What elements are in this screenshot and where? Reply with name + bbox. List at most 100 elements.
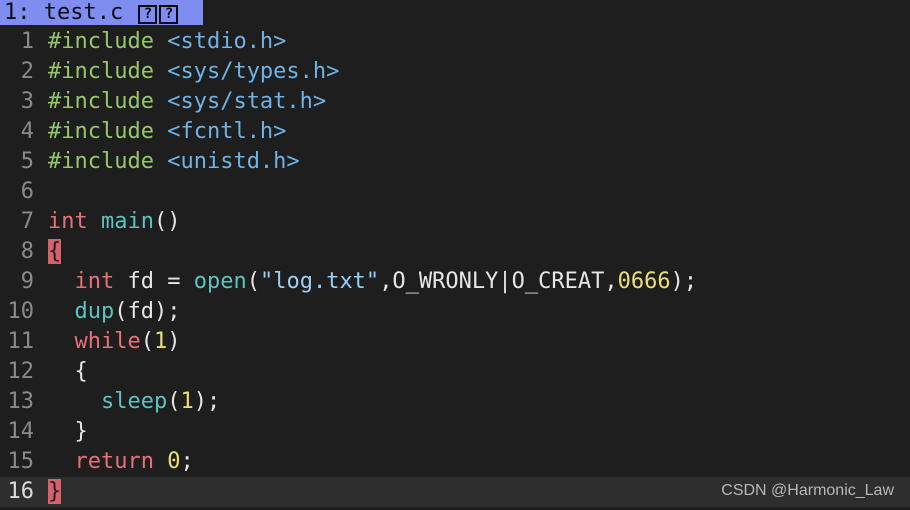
code-token: <stdio.h> bbox=[167, 29, 287, 54]
code-line[interactable]: 11 while(1) bbox=[0, 327, 910, 357]
line-number: 13 bbox=[7, 389, 35, 414]
code-token: (fd); bbox=[114, 299, 181, 324]
code-token: <sys/stat.h> bbox=[167, 89, 327, 114]
code-token: } bbox=[48, 479, 62, 504]
code-line[interactable]: 13 sleep(1); bbox=[0, 387, 910, 417]
code-token: 1 bbox=[153, 329, 168, 354]
code-token: 1 bbox=[180, 389, 194, 414]
code-token: #include bbox=[48, 59, 154, 84]
code-token: fd = bbox=[114, 269, 194, 294]
code-token: #include bbox=[48, 89, 154, 114]
code-token: <fcntl.h> bbox=[167, 119, 287, 144]
code-token: ( bbox=[246, 269, 260, 294]
line-number: 15 bbox=[7, 449, 35, 474]
code-line[interactable]: 10 dup(fd); bbox=[0, 297, 910, 327]
code-token: () bbox=[153, 209, 181, 234]
line-code: #include <stdio.h> bbox=[48, 29, 286, 54]
code-token: #include bbox=[48, 149, 154, 174]
line-code: sleep(1); bbox=[48, 389, 220, 414]
line-code: #include <unistd.h> bbox=[48, 149, 300, 174]
code-line[interactable]: 4 #include <fcntl.h> bbox=[0, 117, 910, 147]
line-code: int main() bbox=[48, 209, 180, 234]
line-number: 4 bbox=[20, 119, 34, 144]
code-line[interactable]: 9 int fd = open("log.txt",O_WRONLY|O_CRE… bbox=[0, 267, 910, 297]
code-token: #include bbox=[48, 119, 154, 144]
line-code: dup(fd); bbox=[48, 299, 181, 324]
code-token: { bbox=[48, 239, 62, 264]
line-number: 1 bbox=[20, 29, 34, 54]
line-number: 16 bbox=[7, 479, 35, 504]
line-number: 8 bbox=[20, 239, 34, 264]
code-token: 0666 bbox=[617, 269, 671, 294]
line-code: #include <sys/stat.h> bbox=[48, 89, 326, 114]
line-number: 5 bbox=[20, 149, 34, 174]
line-number: 7 bbox=[20, 209, 34, 234]
code-token: "log.txt" bbox=[259, 269, 380, 294]
line-code: { bbox=[48, 239, 62, 264]
code-token: ) bbox=[167, 329, 181, 354]
code-token: } bbox=[48, 419, 88, 444]
code-token: ,O_WRONLY|O_CREAT, bbox=[379, 269, 618, 294]
line-code: } bbox=[48, 419, 88, 444]
tab-label: 1: test.c bbox=[4, 0, 124, 25]
code-token: return bbox=[74, 449, 154, 474]
tab-test-c[interactable]: 1: test.c ?? bbox=[0, 0, 203, 25]
code-token: ( bbox=[140, 329, 154, 354]
line-number: 2 bbox=[20, 59, 34, 84]
code-token: int bbox=[74, 269, 115, 294]
line-number: 12 bbox=[7, 359, 35, 384]
line-code: #include <sys/types.h> bbox=[48, 59, 339, 84]
tabline: 1: test.c ?? bbox=[0, 0, 910, 25]
code-line[interactable]: 12 { bbox=[0, 357, 910, 387]
code-line[interactable]: 5 #include <unistd.h> bbox=[0, 147, 910, 177]
line-code: #include <fcntl.h> bbox=[48, 119, 286, 144]
line-code: int fd = open("log.txt",O_WRONLY|O_CREAT… bbox=[48, 269, 698, 294]
code-token: ); bbox=[670, 269, 698, 294]
code-token: <sys/types.h> bbox=[167, 59, 340, 84]
line-code: return 0; bbox=[48, 449, 194, 474]
code-line[interactable]: 14 } bbox=[0, 417, 910, 447]
code-token: open bbox=[193, 269, 247, 294]
line-code: { bbox=[48, 359, 88, 384]
code-editor[interactable]: 1 #include <stdio.h> 2 #include <sys/types.… bbox=[0, 27, 910, 507]
code-token: 0 bbox=[167, 449, 181, 474]
line-number: 14 bbox=[7, 419, 35, 444]
code-token: <unistd.h> bbox=[167, 149, 300, 174]
code-line[interactable]: 1 #include <stdio.h> bbox=[0, 27, 910, 57]
code-line[interactable]: 6 bbox=[0, 177, 910, 207]
line-number: 10 bbox=[7, 299, 35, 324]
code-token: while bbox=[74, 329, 141, 354]
line-number: 9 bbox=[20, 269, 34, 294]
code-token: #include bbox=[48, 29, 154, 54]
code-token: int bbox=[48, 209, 88, 234]
line-number: 3 bbox=[20, 89, 34, 114]
code-token: ; bbox=[180, 449, 194, 474]
code-line[interactable]: 2 #include <sys/types.h> bbox=[0, 57, 910, 87]
code-token: { bbox=[48, 359, 88, 384]
code-token: main bbox=[101, 209, 154, 234]
watermark: CSDN @Harmonic_Law bbox=[721, 482, 894, 499]
line-number: 11 bbox=[7, 329, 35, 354]
tab-unknown-icon: ? bbox=[138, 5, 158, 24]
tab-unknown-icon: ? bbox=[159, 5, 179, 24]
code-token: dup bbox=[74, 299, 115, 324]
code-token: ); bbox=[193, 389, 221, 414]
code-line[interactable]: 3 #include <sys/stat.h> bbox=[0, 87, 910, 117]
code-line[interactable]: 15 return 0; bbox=[0, 447, 910, 477]
code-line[interactable]: 8{ bbox=[0, 237, 910, 267]
code-token: ( bbox=[167, 389, 181, 414]
code-line[interactable]: 7 int main() bbox=[0, 207, 910, 237]
line-code: while(1) bbox=[48, 329, 181, 354]
line-number: 6 bbox=[20, 179, 34, 204]
